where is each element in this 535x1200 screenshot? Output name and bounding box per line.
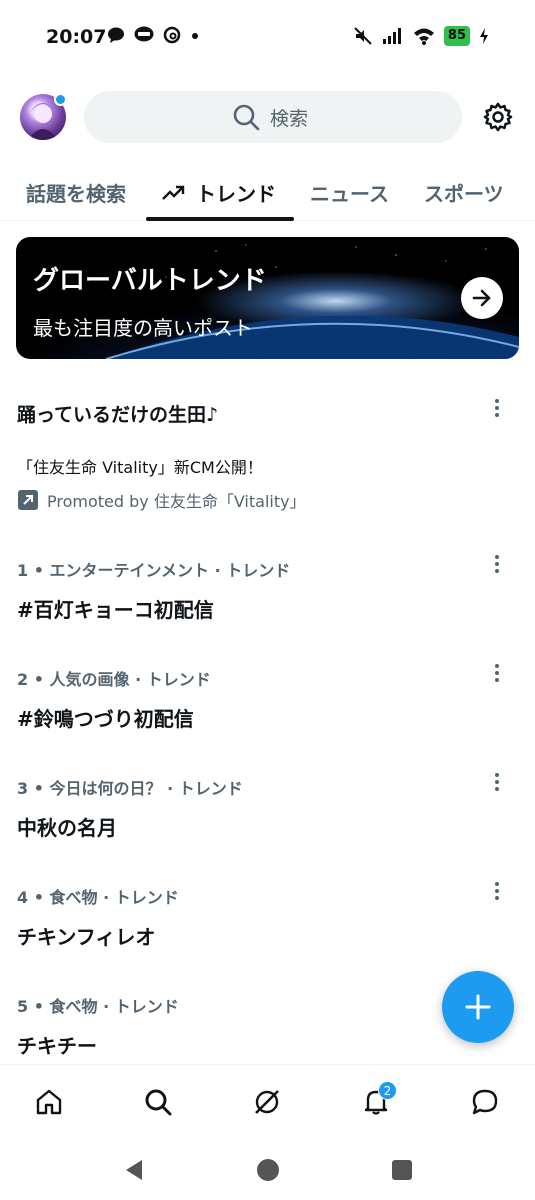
mute-icon bbox=[354, 27, 372, 45]
threads-icon bbox=[163, 26, 181, 44]
promoted-description: 「住友生命 Vitality」新CM公開！ bbox=[17, 458, 263, 477]
nav-home[interactable] bbox=[32, 1085, 66, 1119]
tab-label: ニュース bbox=[310, 182, 389, 206]
nav-messages[interactable] bbox=[468, 1085, 502, 1119]
trend-item[interactable]: 4 • 食べ物 · トレンド チキンフィレオ bbox=[0, 872, 535, 977]
line-icon bbox=[134, 26, 154, 42]
trend-meta: 3 • 今日は何の日？ · トレンド bbox=[17, 779, 243, 798]
status-time: 20:07 bbox=[46, 26, 107, 48]
tab-bar: 話題を検索 トレンド ニュース スポーツ bbox=[0, 160, 535, 221]
messages-icon bbox=[472, 1089, 498, 1115]
avatar-notification-dot bbox=[54, 93, 67, 106]
grok-icon bbox=[255, 1090, 279, 1114]
trend-name: #百灯キョーコ初配信 bbox=[17, 598, 214, 622]
trend-item[interactable]: 1 • エンターテインメント · トレンド #百灯キョーコ初配信 bbox=[0, 545, 535, 650]
more-icon[interactable] bbox=[489, 880, 505, 902]
trend-meta: 4 • 食べ物 · トレンド bbox=[17, 888, 179, 907]
recents-icon[interactable] bbox=[390, 1158, 414, 1182]
arrow-right-icon bbox=[472, 289, 491, 307]
promoted-by-text: Promoted by 住友生命「Vitality」 bbox=[47, 492, 306, 511]
tab-sports[interactable]: スポーツ bbox=[424, 178, 504, 207]
promoted-title: 踊っているだけの生田♪ bbox=[17, 404, 219, 426]
charging-icon bbox=[480, 28, 488, 44]
banner-subtitle: 最も注目度の高いポスト bbox=[33, 316, 253, 340]
dot-icon bbox=[192, 33, 198, 39]
settings-button[interactable] bbox=[482, 101, 514, 133]
promoted-by-line: Promoted by 住友生命「Vitality」 bbox=[17, 488, 306, 512]
nav-grok[interactable] bbox=[250, 1085, 284, 1119]
gear-icon bbox=[483, 102, 513, 132]
trend-name: 中秋の名月 bbox=[17, 816, 117, 840]
tab-label: スポーツ bbox=[424, 182, 504, 206]
promoted-icon bbox=[18, 490, 38, 510]
promoted-trend[interactable]: 踊っているだけの生田♪ 「住友生命 Vitality」新CM公開！ Promot… bbox=[0, 380, 535, 530]
search-icon bbox=[233, 104, 260, 131]
trend-name: チキンフィレオ bbox=[17, 925, 156, 949]
nav-search[interactable] bbox=[141, 1085, 175, 1119]
tab-label: トレンド bbox=[196, 182, 276, 206]
home-button-icon[interactable] bbox=[256, 1158, 280, 1182]
status-bar: 20:07 85 bbox=[0, 0, 535, 76]
back-icon[interactable] bbox=[122, 1158, 146, 1182]
tab-news[interactable]: ニュース bbox=[310, 178, 389, 207]
trend-name: チキチー bbox=[17, 1034, 97, 1058]
compose-button[interactable] bbox=[442, 971, 514, 1043]
trend-item[interactable]: 2 • 人気の画像 · トレンド #鈴鳴つづり初配信 bbox=[0, 654, 535, 759]
chat-bubble-icon bbox=[108, 27, 124, 43]
trend-meta: 2 • 人気の画像 · トレンド bbox=[17, 670, 211, 689]
banner-arrow-button[interactable] bbox=[461, 277, 503, 319]
notification-icons bbox=[107, 26, 200, 44]
top-header: 検索 bbox=[0, 88, 535, 148]
bottom-nav: 2 bbox=[0, 1064, 535, 1140]
plus-icon bbox=[465, 994, 491, 1020]
more-icon[interactable] bbox=[489, 662, 505, 684]
system-navigation-bar bbox=[0, 1140, 535, 1200]
more-icon[interactable] bbox=[489, 553, 505, 575]
trend-meta: 5 • 食べ物 · トレンド bbox=[17, 997, 179, 1016]
active-tab-indicator bbox=[146, 217, 294, 221]
battery-level: 85 bbox=[443, 26, 470, 46]
trend-name: #鈴鳴つづり初配信 bbox=[17, 707, 194, 731]
home-icon bbox=[36, 1089, 62, 1115]
more-icon[interactable] bbox=[489, 397, 505, 419]
search-placeholder: 検索 bbox=[270, 107, 309, 130]
banner-title: グローバルトレンド bbox=[33, 266, 267, 296]
search-icon bbox=[145, 1089, 172, 1116]
search-input[interactable]: 検索 bbox=[84, 91, 462, 143]
tab-trending[interactable]: トレンド bbox=[162, 178, 276, 207]
trend-item[interactable]: 3 • 今日は何の日？ · トレンド 中秋の名月 bbox=[0, 763, 535, 868]
more-icon[interactable] bbox=[489, 771, 505, 793]
global-trend-banner[interactable]: グローバルトレンド 最も注目度の高いポスト bbox=[16, 237, 519, 359]
signal-icon bbox=[382, 28, 401, 44]
wifi-icon bbox=[413, 28, 434, 45]
trending-icon bbox=[162, 185, 185, 200]
trend-meta: 1 • エンターテインメント · トレンド bbox=[17, 561, 291, 580]
notification-badge: 2 bbox=[378, 1081, 397, 1100]
tab-explore[interactable]: 話題を検索 bbox=[26, 178, 126, 207]
system-icons: 85 bbox=[353, 26, 489, 46]
tab-label: 話題を検索 bbox=[26, 182, 126, 206]
